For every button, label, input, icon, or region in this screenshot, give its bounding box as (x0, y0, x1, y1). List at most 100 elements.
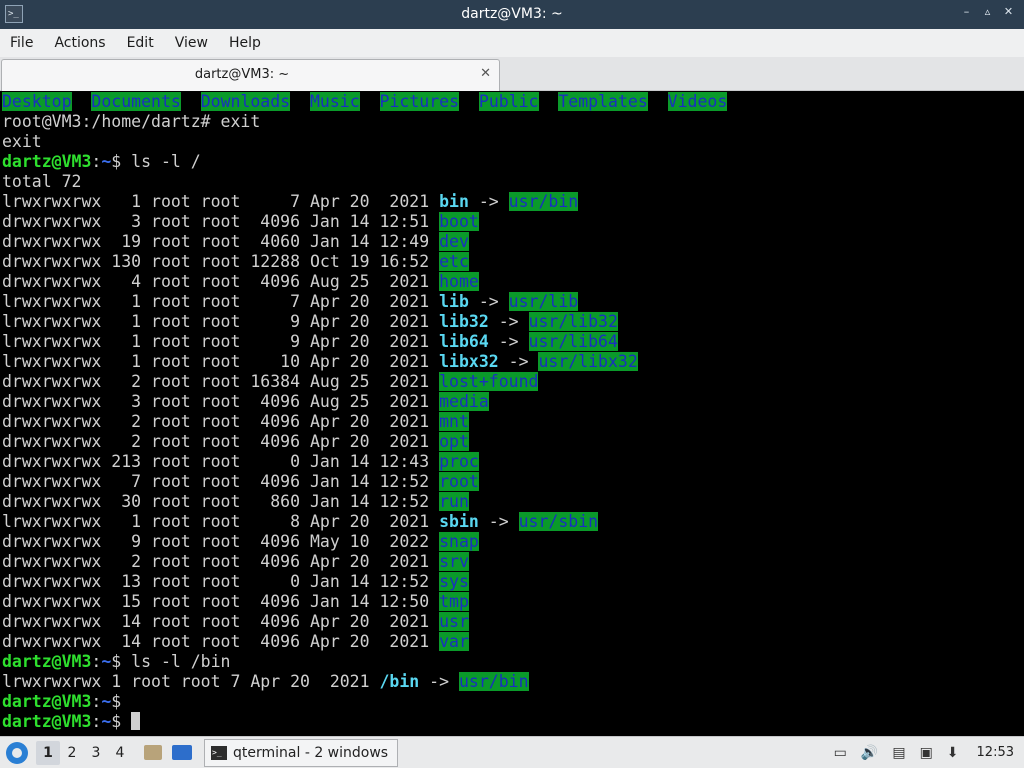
taskbar: 1 2 3 4 >_ qterminal - 2 windows ▭ 🔊 ▤ ▣… (0, 736, 1024, 768)
dir-name: mnt (439, 412, 469, 431)
link-arrow: -> (478, 512, 519, 531)
prompt-sep: : (91, 652, 102, 671)
entry-meta: lrwxrwxrwx 1 root root 9 Apr 20 2021 (2, 312, 440, 331)
dir-name: proc (439, 452, 479, 471)
minimize-icon[interactable]: – (961, 5, 972, 18)
ls-entry: lrwxrwxrwx 1 root root 7 Apr 20 2021 bin… (2, 192, 1024, 212)
menu-actions[interactable]: Actions (54, 35, 105, 51)
root-exit-line: root@VM3:/home/dartz# exit (2, 112, 1024, 132)
menu-file[interactable]: File (10, 35, 33, 51)
network-icon[interactable]: ▣ (920, 745, 933, 761)
bin-entry: lrwxrwxrwx 1 root root 7 Apr 20 2021 /bi… (2, 672, 1024, 692)
terminal-output[interactable]: Desktop Documents Downloads Music Pictur… (0, 92, 1024, 736)
link-arrow: -> (498, 352, 539, 371)
symlink-target: usr/sbin (518, 512, 599, 531)
symlink-target: usr/lib32 (528, 312, 618, 331)
clipboard-icon[interactable]: ▤ (892, 745, 905, 761)
dir-name: etc (439, 252, 469, 271)
entry-meta: drwxrwxrwx 213 root root 0 Jan 14 12:43 (2, 452, 440, 471)
dir-name: Downloads (200, 92, 291, 111)
maximize-icon[interactable]: ▵ (982, 5, 993, 18)
ls-entry: lrwxrwxrwx 1 root root 7 Apr 20 2021 lib… (2, 292, 1024, 312)
menu-edit[interactable]: Edit (127, 35, 154, 51)
entry-meta: drwxrwxrwx 2 root root 4096 Apr 20 2021 (2, 412, 440, 431)
prompt-sep: : (91, 712, 102, 731)
home-dir-listing: Desktop Documents Downloads Music Pictur… (2, 92, 1024, 112)
title-bar: >_ dartz@VM3: ~ – ▵ ✕ (0, 0, 1024, 29)
link-arrow: -> (419, 672, 459, 691)
entry-meta: drwxrwxrwx 9 root root 4096 May 10 2022 (2, 532, 440, 551)
ls-entry: drwxrwxrwx 14 root root 4096 Apr 20 2021… (2, 612, 1024, 632)
ls-entry: drwxrwxrwx 213 root root 0 Jan 14 12:43 … (2, 452, 1024, 472)
ls-entry: drwxrwxrwx 3 root root 4096 Aug 25 2021 … (2, 392, 1024, 412)
workspace-2[interactable]: 2 (60, 741, 84, 765)
dir-name: Music (309, 92, 360, 111)
entry-meta: lrwxrwxrwx 1 root root 10 Apr 20 2021 (2, 352, 440, 371)
prompt-line: dartz@VM3:~$ ls -l /bin (2, 652, 1024, 672)
terminal-task-icon: >_ (211, 745, 227, 760)
entry-meta: lrwxrwxrwx 1 root root 9 Apr 20 2021 (2, 332, 440, 351)
ls-entry: lrwxrwxrwx 1 root root 8 Apr 20 2021 sbi… (2, 512, 1024, 532)
link-arrow: -> (468, 192, 509, 211)
tab-close-icon[interactable]: ✕ (480, 66, 491, 81)
root-prompt: root@VM3:/home/dartz# (2, 112, 211, 131)
dir-name: tmp (439, 592, 469, 611)
monitor-icon[interactable]: ▭ (834, 745, 847, 761)
tab-bar: dartz@VM3: ~ ✕ (0, 57, 1024, 91)
workspace-1[interactable]: 1 (36, 740, 60, 765)
dir-name: Documents (91, 92, 181, 111)
file-manager-icon[interactable] (144, 745, 162, 760)
entry-meta: drwxrwxrwx 30 root root 860 Jan 14 12:52 (2, 492, 440, 511)
prompt-user: dartz@VM3 (2, 152, 92, 171)
link-arrow: -> (488, 312, 529, 331)
update-icon[interactable]: ⬇ (947, 745, 959, 761)
ls-entry: lrwxrwxrwx 1 root root 9 Apr 20 2021 lib… (2, 332, 1024, 352)
ls-entry: drwxrwxrwx 7 root root 4096 Jan 14 12:52… (2, 472, 1024, 492)
symlink-name: lib32 (439, 312, 489, 331)
link-arrow: -> (488, 332, 529, 351)
menu-help[interactable]: Help (229, 35, 261, 51)
menu-view[interactable]: View (175, 35, 208, 51)
task-label: qterminal - 2 windows (233, 744, 389, 761)
workspace-4[interactable]: 4 (108, 741, 132, 765)
dir-name: usr (439, 612, 469, 631)
entry-meta: lrwxrwxrwx 1 root root 7 Apr 20 2021 (2, 292, 440, 311)
taskbar-task-qterminal[interactable]: >_ qterminal - 2 windows (204, 738, 398, 767)
prompt-line: dartz@VM3:~$ (2, 692, 1024, 712)
start-menu-icon[interactable] (6, 741, 28, 764)
prompt-user: dartz@VM3 (2, 712, 92, 731)
dir-name: Public (478, 92, 539, 111)
dir-name: home (439, 272, 479, 291)
command: $ ls -l /bin (111, 652, 231, 671)
ls-entry: drwxrwxrwx 30 root root 860 Jan 14 12:52… (2, 492, 1024, 512)
ls-entry: drwxrwxrwx 19 root root 4060 Jan 14 12:4… (2, 232, 1024, 252)
prompt-line: dartz@VM3:~$ ls -l / (2, 152, 1024, 172)
symlink-target: usr/bin (508, 192, 579, 211)
show-desktop-icon[interactable] (172, 745, 192, 760)
symlink-name: /bin (379, 672, 420, 691)
symlink-name: lib64 (439, 332, 489, 351)
ls-entry: drwxrwxrwx 2 root root 4096 Apr 20 2021 … (2, 552, 1024, 572)
tab-label: dartz@VM3: ~ (194, 67, 290, 82)
window-controls: – ▵ ✕ (961, 5, 1014, 18)
text-cursor (131, 712, 141, 730)
symlink-target: usr/bin (459, 672, 529, 691)
dir-name: snap (439, 532, 479, 551)
dir-name: srv (439, 552, 469, 571)
volume-icon[interactable]: 🔊 (861, 745, 878, 761)
workspace-3[interactable]: 3 (84, 741, 108, 765)
ls-entry: drwxrwxrwx 2 root root 4096 Apr 20 2021 … (2, 432, 1024, 452)
ls-entry: drwxrwxrwx 4 root root 4096 Aug 25 2021 … (2, 272, 1024, 292)
close-icon[interactable]: ✕ (1003, 5, 1014, 18)
total-line: total 72 (2, 172, 1024, 192)
clock[interactable]: 12:53 (977, 745, 1014, 760)
current-prompt-line: dartz@VM3:~$ (2, 712, 1024, 732)
symlink-name: sbin (439, 512, 479, 531)
terminal-tab[interactable]: dartz@VM3: ~ ✕ (1, 59, 500, 91)
exit-output: exit (2, 132, 1024, 152)
ls-entry: drwxrwxrwx 15 root root 4096 Jan 14 12:5… (2, 592, 1024, 612)
prompt-path: ~ (101, 152, 112, 171)
